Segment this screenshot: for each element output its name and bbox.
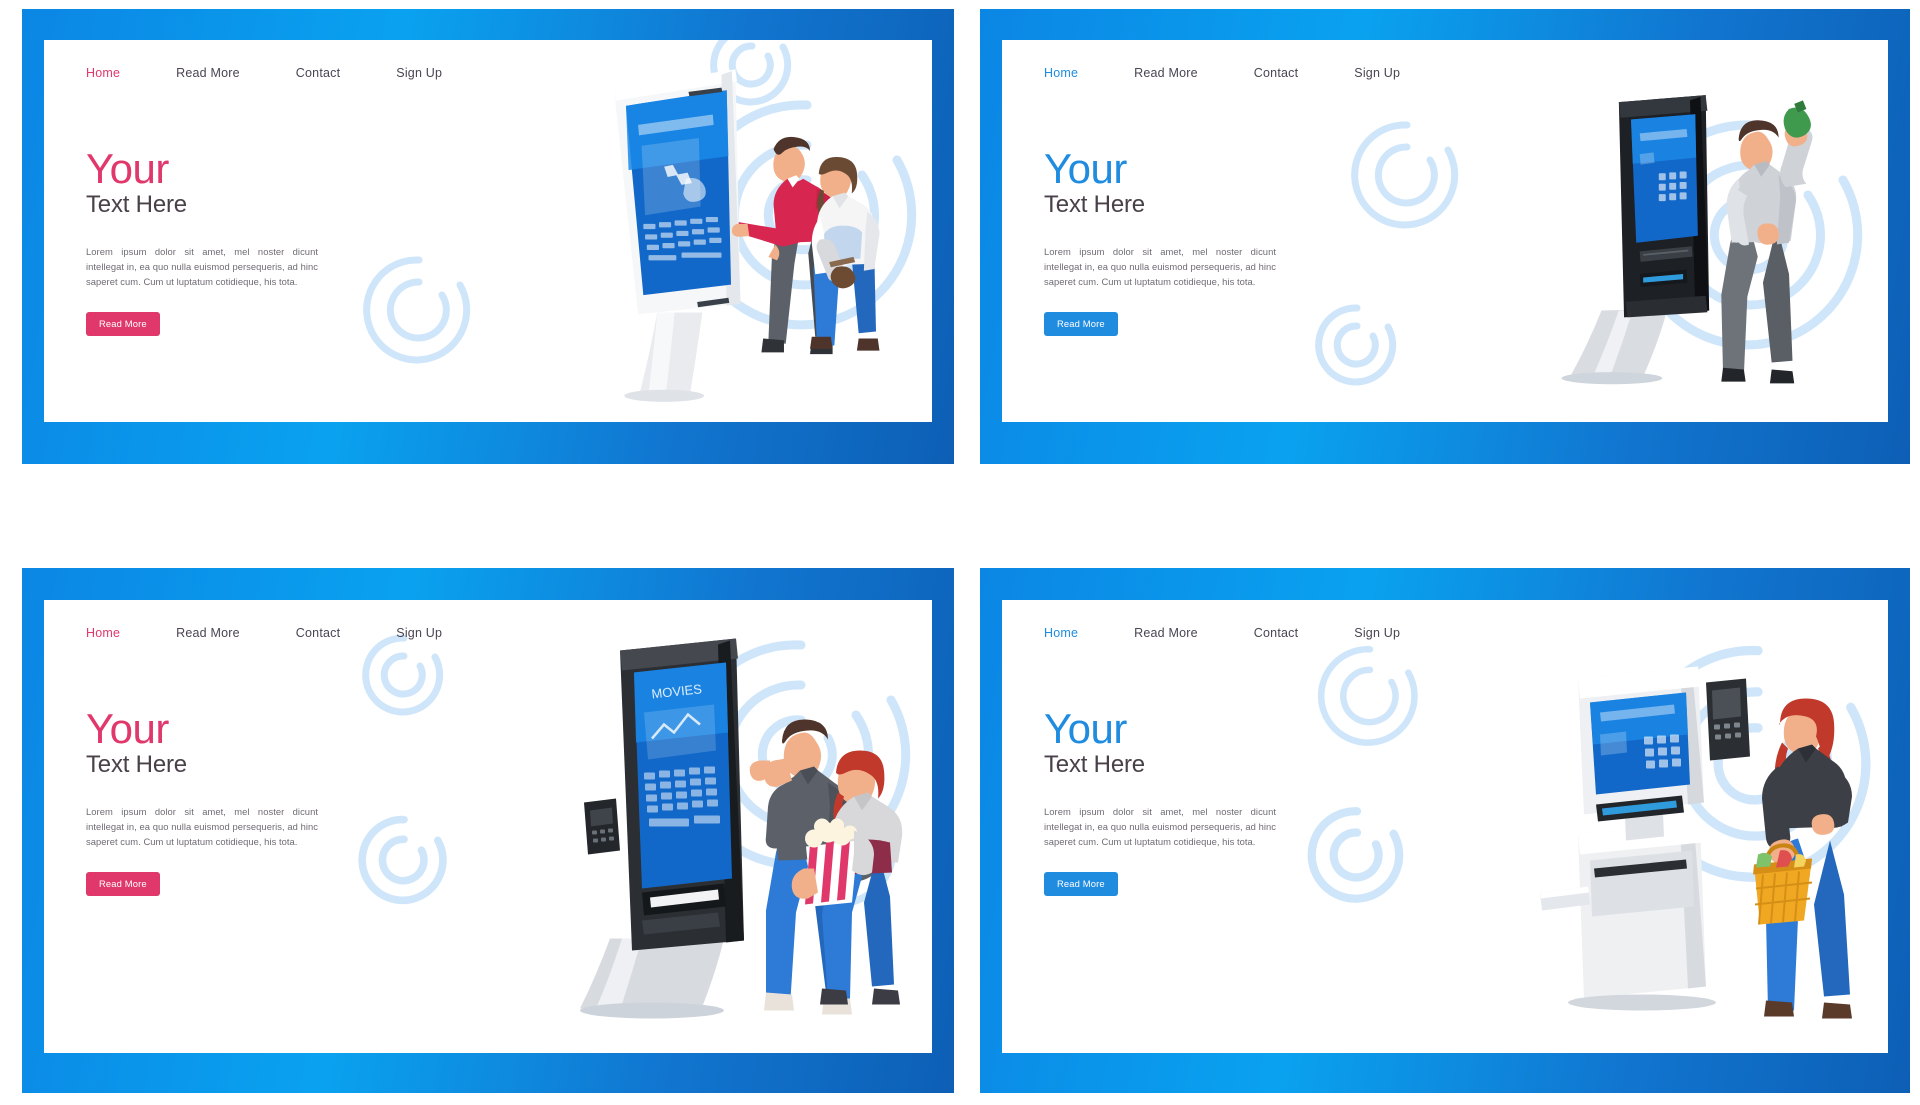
read-more-button[interactable]: Read More xyxy=(1044,312,1118,337)
nav-item-home[interactable]: Home xyxy=(86,626,120,640)
hero-copy: Your Text Here Lorem ipsum dolor sit ame… xyxy=(1044,705,1344,897)
hero-title-sub: Text Here xyxy=(86,191,187,219)
nav-item-contact[interactable]: Contact xyxy=(1254,66,1298,80)
nav-item-read-more[interactable]: Read More xyxy=(1134,626,1198,640)
hero-title-accent: Your xyxy=(86,705,169,752)
landing-page-canvas: Home Read More Contact Sign Up xyxy=(44,40,932,422)
hero-title-sub: Text Here xyxy=(86,751,187,779)
panel-cinema-ticket-kiosk-couple: Home Read More Contact Sign Up MOVIES Yo… xyxy=(0,558,962,1105)
hero-copy: Your Text Here Lorem ipsum dolor sit ame… xyxy=(1044,145,1344,337)
read-more-button[interactable]: Read More xyxy=(86,872,160,897)
hero-title-sub: Text Here xyxy=(1044,751,1145,779)
hero-title-accent: Your xyxy=(86,145,169,192)
hero-paragraph: Lorem ipsum dolor sit amet, mel noster d… xyxy=(86,245,318,288)
nav-item-contact[interactable]: Contact xyxy=(296,66,340,80)
hero-paragraph: Lorem ipsum dolor sit amet, mel noster d… xyxy=(86,805,318,848)
hero-title-sub: Text Here xyxy=(1044,191,1145,219)
hero-paragraph: Lorem ipsum dolor sit amet, mel noster d… xyxy=(1044,805,1276,848)
panel-self-checkout-kiosk-woman: Home Read More Contact Sign Up Your Text… xyxy=(962,558,1920,1105)
panel-self-service-terminal-couple: Home Read More Contact Sign Up Your Text… xyxy=(0,0,962,558)
illustration-white-interactive-kiosk-with-couple xyxy=(381,40,932,422)
read-more-button[interactable]: Read More xyxy=(86,312,160,337)
landing-page-canvas: Home Read More Contact Sign Up xyxy=(1002,40,1888,422)
illustration-white-self-checkout-kiosk-with-woman xyxy=(1339,600,1888,1053)
illustration-movies-ticket-kiosk-with-couple: MOVIES xyxy=(381,600,932,1053)
landing-page-canvas: Home Read More Contact Sign Up xyxy=(1002,600,1888,1053)
nav-item-contact[interactable]: Contact xyxy=(296,626,340,640)
landing-page-mockup-grid: Home Read More Contact Sign Up Your Text… xyxy=(0,0,1920,1105)
landing-page-canvas: Home Read More Contact Sign Up xyxy=(44,600,932,1053)
nav-item-home[interactable]: Home xyxy=(86,66,120,80)
nav-item-read-more[interactable]: Read More xyxy=(176,626,240,640)
hero-title-accent: Your xyxy=(1044,705,1127,752)
hero-paragraph: Lorem ipsum dolor sit amet, mel noster d… xyxy=(1044,245,1276,288)
nav-item-read-more[interactable]: Read More xyxy=(176,66,240,80)
nav-item-read-more[interactable]: Read More xyxy=(1134,66,1198,80)
illustration-black-standing-kiosk-with-man xyxy=(1339,40,1888,422)
read-more-button[interactable]: Read More xyxy=(1044,872,1118,897)
nav-item-home[interactable]: Home xyxy=(1044,626,1078,640)
nav-item-home[interactable]: Home xyxy=(1044,66,1078,80)
panel-self-service-terminal-man: Home Read More Contact Sign Up Your Text… xyxy=(962,0,1920,558)
nav-item-contact[interactable]: Contact xyxy=(1254,626,1298,640)
hero-copy: Your Text Here Lorem ipsum dolor sit ame… xyxy=(86,145,386,337)
hero-title-accent: Your xyxy=(1044,145,1127,192)
hero-copy: Your Text Here Lorem ipsum dolor sit ame… xyxy=(86,705,386,897)
